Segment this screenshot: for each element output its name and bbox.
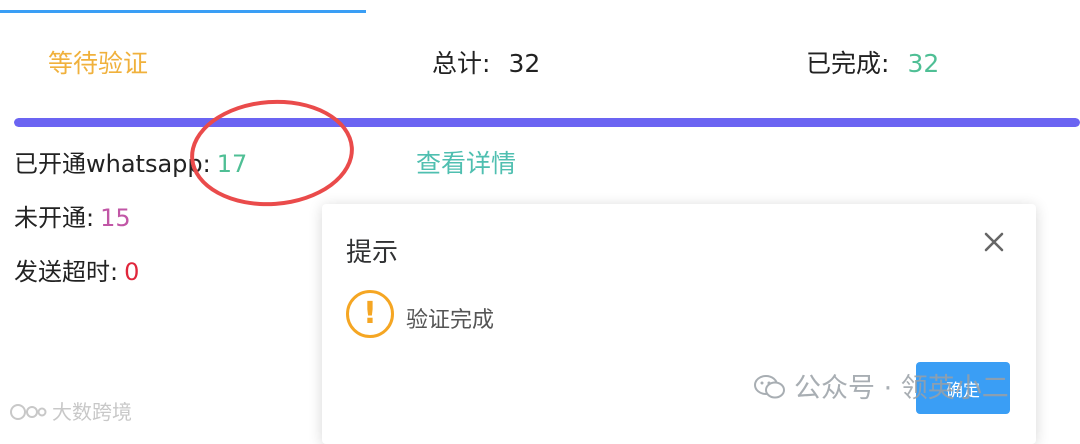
confirm-button[interactable]: 确定 — [916, 362, 1010, 414]
total-count: 总计: 32 — [432, 44, 540, 80]
close-icon[interactable] — [980, 228, 1008, 256]
stat-timeout-label: 发送超时: — [14, 258, 119, 286]
active-tab-underline — [0, 10, 366, 13]
dialog-title: 提示 — [346, 238, 399, 268]
message-dialog: 提示 ! 验证完成 确定 — [322, 204, 1036, 444]
completed-label: 已完成: — [806, 49, 890, 78]
total-value: 32 — [508, 49, 541, 78]
summary-row: 等待验证 总计: 32 已完成: 32 — [0, 44, 1080, 84]
view-details-link[interactable]: 查看详情 — [416, 144, 516, 180]
progress-bar — [14, 118, 1080, 127]
stat-timeout-value: 0 — [124, 258, 140, 286]
progress-fill — [14, 118, 1080, 127]
stat-not-opened: 未开通: 15 — [14, 198, 131, 233]
warning-icon: ! — [346, 290, 394, 338]
completed-value: 32 — [907, 49, 940, 78]
completed-count: 已完成: 32 — [806, 44, 939, 80]
source-watermark-text: 大数跨境 — [52, 400, 132, 424]
stat-not-opened-value: 15 — [100, 204, 131, 232]
status-text: 等待验证 — [48, 49, 149, 78]
highlight-circle-annotation — [186, 94, 358, 212]
stat-timeout: 发送超时: 0 — [14, 252, 139, 287]
dialog-message: 验证完成 — [406, 308, 495, 333]
total-label: 总计: — [432, 49, 491, 78]
source-logo-icon — [8, 402, 48, 422]
source-watermark: 大数跨境 — [8, 396, 132, 425]
stat-not-opened-label: 未开通: — [14, 204, 95, 232]
stat-opened-label: 已开通whatsapp: — [14, 150, 211, 178]
